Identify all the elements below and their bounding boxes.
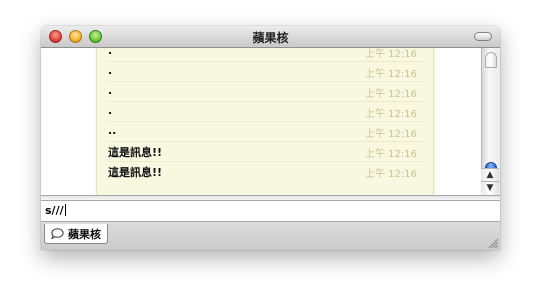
toolbar-toggle-button[interactable] [474, 32, 492, 41]
message-time: 上午 12:16 [365, 129, 417, 140]
message-row: 這是訊息!! 上午 12:16 [107, 141, 423, 162]
message-time: 上午 12:16 [365, 169, 417, 180]
message-row: .. 上午 12:16 [107, 121, 423, 142]
message-time: 上午 12:16 [365, 69, 417, 80]
message-time: 上午 12:16 [365, 149, 417, 160]
message-row: . 上午 12:16 [107, 101, 423, 122]
message-input[interactable]: s/// [41, 201, 500, 222]
message-text: .. [108, 124, 117, 137]
message-row: . 上午 12:16 [107, 61, 423, 82]
tab-label: 蘋果核 [68, 227, 101, 241]
text-caret [64, 204, 66, 216]
message-time: 上午 12:16 [365, 109, 417, 120]
chat-window: 蘋果核 . 上午 12:16 . 上午 12:16 . 上午 12:16 . 上… [41, 26, 500, 250]
message-text: . [108, 64, 113, 77]
tab-chat[interactable]: 蘋果核 [44, 224, 108, 244]
message-text: 這是訊息!! [108, 146, 163, 159]
scroll-up-button[interactable]: ▲ [481, 168, 499, 182]
resize-grip-icon[interactable] [488, 238, 498, 248]
message-text: . [108, 104, 113, 117]
message-text: 這是訊息!! [108, 166, 163, 179]
scroll-down-button[interactable]: ▼ [481, 181, 499, 195]
message-row: . 上午 12:16 [107, 81, 423, 102]
message-text: . [108, 84, 113, 97]
title-bar[interactable]: 蘋果核 [41, 26, 500, 48]
window-title: 蘋果核 [252, 31, 289, 45]
message-row: 這是訊息!! 上午 12:16 [107, 161, 423, 181]
message-input-text: s/// [45, 204, 66, 217]
message-text: . [108, 48, 113, 57]
message-time: 上午 12:16 [365, 49, 417, 60]
message-bubble: . 上午 12:16 . 上午 12:16 . 上午 12:16 . 上午 12… [96, 48, 434, 195]
chat-bubble-icon [51, 228, 64, 239]
tab-bar: 蘋果核 [41, 222, 500, 250]
scrollbar-track-cap [485, 52, 497, 68]
scroll-buttons: ▲ ▼ [481, 168, 500, 195]
message-transcript[interactable]: . 上午 12:16 . 上午 12:16 . 上午 12:16 . 上午 12… [41, 48, 481, 195]
message-row: . 上午 12:16 [107, 48, 423, 62]
message-time: 上午 12:16 [365, 89, 417, 100]
